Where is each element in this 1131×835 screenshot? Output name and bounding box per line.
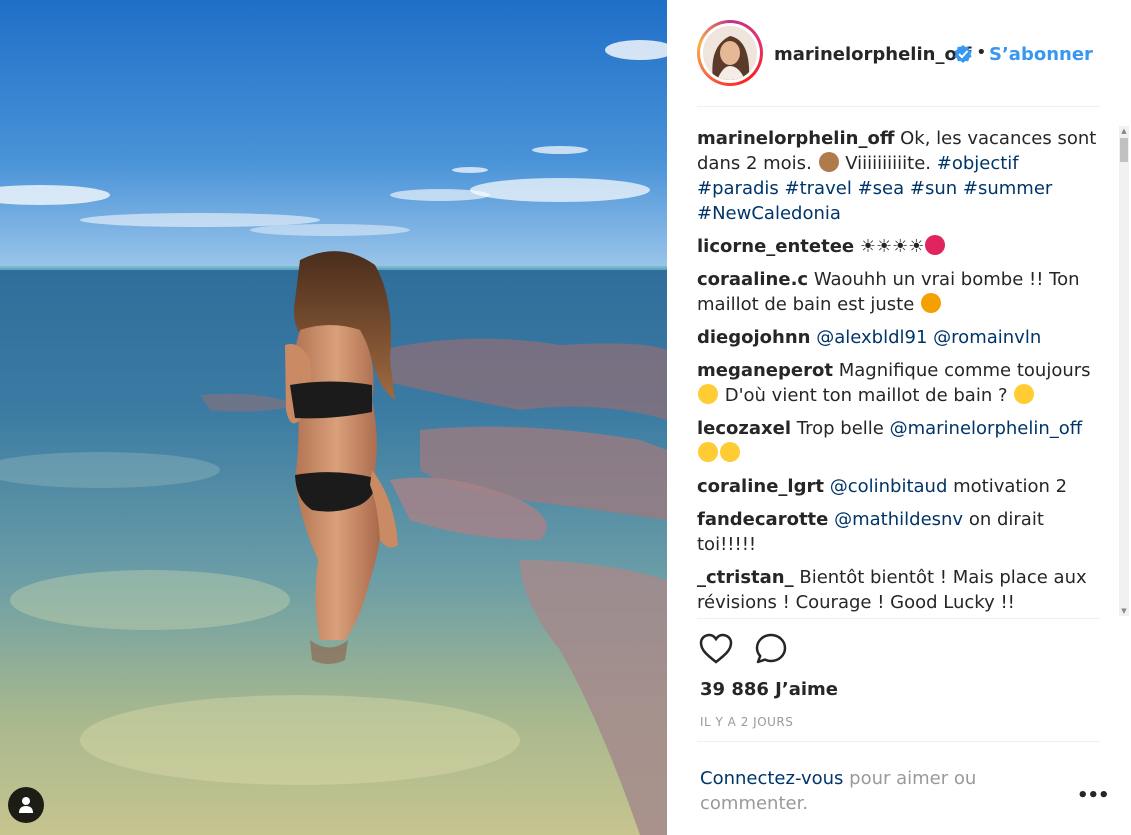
sparkling-heart-emoji [925, 235, 946, 255]
comment-username[interactable]: lecozaxel [697, 418, 791, 439]
mention-link[interactable]: @colinbitaud [830, 476, 948, 497]
divider [697, 618, 1100, 619]
heart-eyes-emoji [698, 442, 718, 462]
scrollbar-thumb[interactable] [1120, 138, 1128, 162]
divider [697, 106, 1100, 107]
comment-text: Viiiiiiiiiite. [839, 153, 937, 174]
comment-bubble-icon [755, 633, 787, 664]
comment-text: D'où vient ton maillot de bain ? [719, 385, 1014, 406]
post-actions [697, 630, 817, 670]
post-photo[interactable] [0, 0, 667, 835]
comments-scrollbar[interactable]: ▲ ▼ [1119, 126, 1129, 616]
post-details-panel: marinelorphelin_off • S’abonner marinelo… [667, 0, 1131, 835]
verified-badge-icon [954, 45, 972, 63]
comment-item: fandecarotte @mathildesnv on dirait toi!… [697, 507, 1097, 557]
smiling-face-emoji [698, 384, 718, 404]
hashtag-link[interactable]: #sea [858, 178, 905, 199]
hashtag-link[interactable]: #sun [910, 178, 957, 199]
hashtag-link[interactable]: #paradis [697, 178, 779, 199]
grinning-face-emoji [1014, 384, 1035, 404]
comment-username[interactable]: coraaline.c [697, 269, 808, 290]
comment-text: motivation 2 [947, 476, 1068, 497]
mention-link[interactable]: @mathildesnv [834, 509, 963, 530]
post-timestamp: IL Y A 2 JOURS [700, 715, 794, 729]
comment-item: diegojohnn @alexbldl91 @romainvln [697, 325, 1097, 350]
heart-eyes-cat-emoji [921, 293, 942, 313]
post-header: marinelorphelin_off • S’abonner [697, 20, 1100, 88]
mention-link[interactable]: @romainvln [933, 327, 1041, 348]
hashtag-link[interactable]: #NewCaledonia [697, 203, 841, 224]
person-tag-icon [19, 797, 33, 813]
comment-username[interactable]: coraline_lgrt [697, 476, 824, 497]
follow-button[interactable]: S’abonner [989, 44, 1093, 65]
likes-count[interactable]: 39 886 J’aime [700, 679, 838, 700]
hands-raised-emoji [818, 152, 839, 172]
comment-item: meganeperot Magnifique comme toujours D'… [697, 358, 1097, 408]
comment-username[interactable]: marinelorphelin_off [697, 128, 894, 149]
comment-username[interactable]: _ctristan_ [697, 567, 794, 588]
heart-icon [699, 633, 733, 664]
comments-list[interactable]: marinelorphelin_off Ok, les vacances son… [697, 126, 1097, 616]
comment-username[interactable]: licorne_entetee [697, 236, 854, 257]
avatar[interactable] [697, 20, 763, 86]
hashtag-link[interactable]: #travel [785, 178, 852, 199]
post-author-username[interactable]: marinelorphelin_off [774, 44, 971, 65]
comment-username[interactable]: fandecarotte [697, 509, 828, 530]
scroll-up-arrow-icon[interactable]: ▲ [1119, 126, 1129, 136]
beach-photo-illustration [0, 0, 667, 835]
comment-text: ☀☀☀☀ [859, 236, 925, 257]
comment-item: coraaline.c Waouhh un vrai bombe !! Ton … [697, 267, 1097, 317]
scroll-down-arrow-icon[interactable]: ▼ [1119, 606, 1129, 616]
grimacing-face-emoji [720, 442, 740, 462]
comment-item: marinelorphelin_off Ok, les vacances son… [697, 126, 1097, 226]
hashtag-link[interactable]: #summer [963, 178, 1052, 199]
comment-item: coraline_lgrt @colinbitaud motivation 2 [697, 474, 1097, 499]
login-link[interactable]: Connectez-vous [700, 768, 843, 789]
comment-item: lecozaxel Trop belle @marinelorphelin_of… [697, 416, 1097, 466]
header-separator: • [976, 42, 987, 63]
login-prompt: Connectez-vous pour aimer ou commenter. [700, 766, 1030, 816]
like-button[interactable] [697, 630, 735, 668]
comment-username[interactable]: meganeperot [697, 360, 833, 381]
avatar-portrait [703, 26, 757, 80]
comment-text: Magnifique comme toujours [838, 360, 1091, 381]
hashtag-link[interactable]: #objectif [937, 153, 1019, 174]
comment-item: _ctristan_ Bientôt bientôt ! Mais place … [697, 565, 1097, 615]
mention-link[interactable]: @alexbldl91 [816, 327, 927, 348]
divider [697, 741, 1100, 742]
more-options-button[interactable]: ••• [1077, 787, 1110, 805]
comment-username[interactable]: diegojohnn [697, 327, 811, 348]
tag-user-button[interactable] [8, 787, 44, 823]
mention-link[interactable]: @marinelorphelin_off [890, 418, 1083, 439]
instagram-post-modal: marinelorphelin_off • S’abonner marinelo… [0, 0, 1131, 835]
comment-item: licorne_entetee ☀☀☀☀ [697, 234, 1097, 259]
comment-text: Trop belle [796, 418, 890, 439]
comment-button[interactable] [752, 630, 790, 668]
